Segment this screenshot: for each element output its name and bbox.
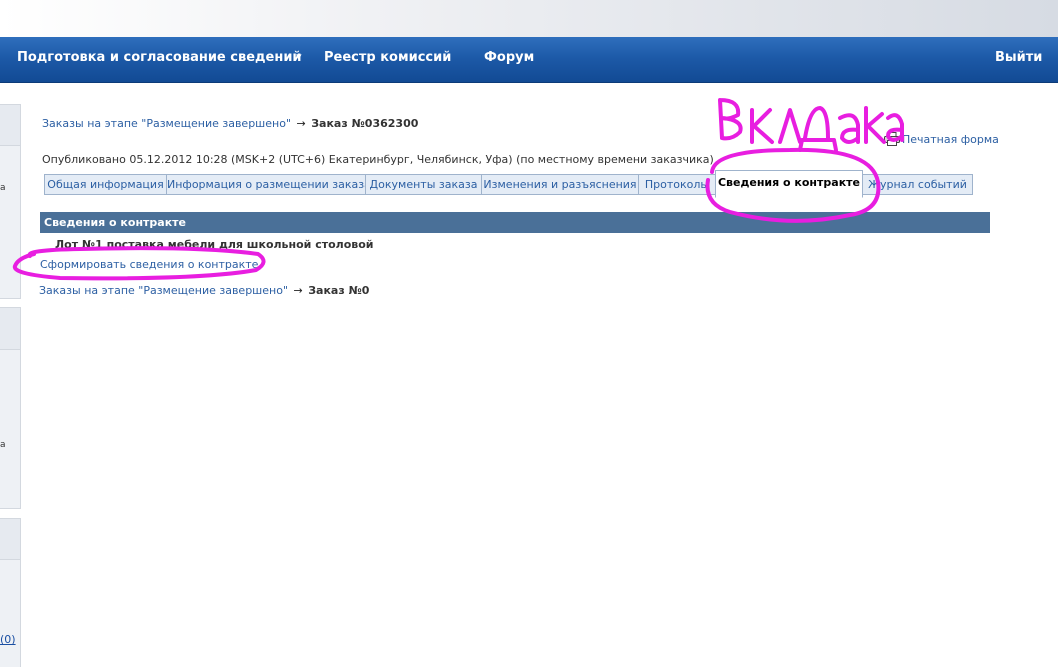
annotation-letter [838,113,860,144]
annotation-letter [864,106,886,144]
main-nav-bar: Подготовка и согласование сведений ▾ Рее… [0,37,1058,83]
tab-event-log[interactable]: Журнал событий [862,174,973,195]
tab-order-documents[interactable]: Документы заказа [365,174,482,195]
sidebar-text-fragment: а [0,183,6,193]
lot-title: Лот №1 поставка мебели для школьной стол… [55,238,374,251]
tab-protocols[interactable]: Протоколы [638,174,716,195]
print-form-label: Печатная форма [902,133,999,146]
published-info: Опубликовано 05.12.2012 10:28 (MSK+2 (UT… [42,153,714,166]
tab-changes[interactable]: Изменения и разъяснения [481,174,639,195]
tab-contract-info[interactable]: Сведения о контракте [715,170,863,198]
annotation-letter [778,108,802,144]
sidebar-panel-header [0,519,20,560]
breadcrumb-current-order: Заказ №0 [308,284,370,297]
nav-item-forum[interactable]: Форум [484,50,534,65]
handwritten-annotation [12,98,904,281]
section-header: Сведения о контракте [40,212,990,233]
arrow-right-icon: → [293,284,303,297]
breadcrumb-link-completed[interactable]: Заказы на этапе "Размещение завершено" [39,284,288,297]
sidebar-panel-header [0,105,20,146]
breadcrumb-bottom: Заказы на этапе "Размещение завершено" →… [39,284,369,297]
annotation-letter [718,98,743,141]
sidebar-panel-header [0,308,20,350]
generate-contract-info-link[interactable]: Сформировать сведения о контракте [40,258,258,271]
breadcrumb-link-completed[interactable]: Заказы на этапе "Размещение завершено" [42,117,291,130]
logout-button[interactable]: Выйти [995,50,1042,65]
tab-general-info[interactable]: Общая информация [44,174,167,195]
print-form-link[interactable]: Печатная форма [884,132,999,146]
annotation-letter [750,108,774,144]
breadcrumb: Заказы на этапе "Размещение завершено" →… [42,117,418,130]
sidebar-panel-2 [0,307,21,509]
tab-placement-info[interactable]: Информация о размещении заказа [166,174,371,195]
arrow-right-icon: → [296,117,306,130]
printer-icon [884,132,900,146]
annotation-letter [798,106,838,152]
breadcrumb-current-order: Заказ №0362300 [311,117,419,130]
chevron-down-icon[interactable]: ▾ [296,50,302,63]
sidebar-text-fragment: а [0,440,6,450]
browser-top-strip [0,0,1058,37]
nav-item-commissions[interactable]: Реестр комиссий [324,50,451,65]
nav-item-preparation[interactable]: Подготовка и согласование сведений [17,50,302,65]
sidebar-count-link[interactable]: (0) [0,633,16,646]
sidebar-panel-1 [0,104,21,299]
